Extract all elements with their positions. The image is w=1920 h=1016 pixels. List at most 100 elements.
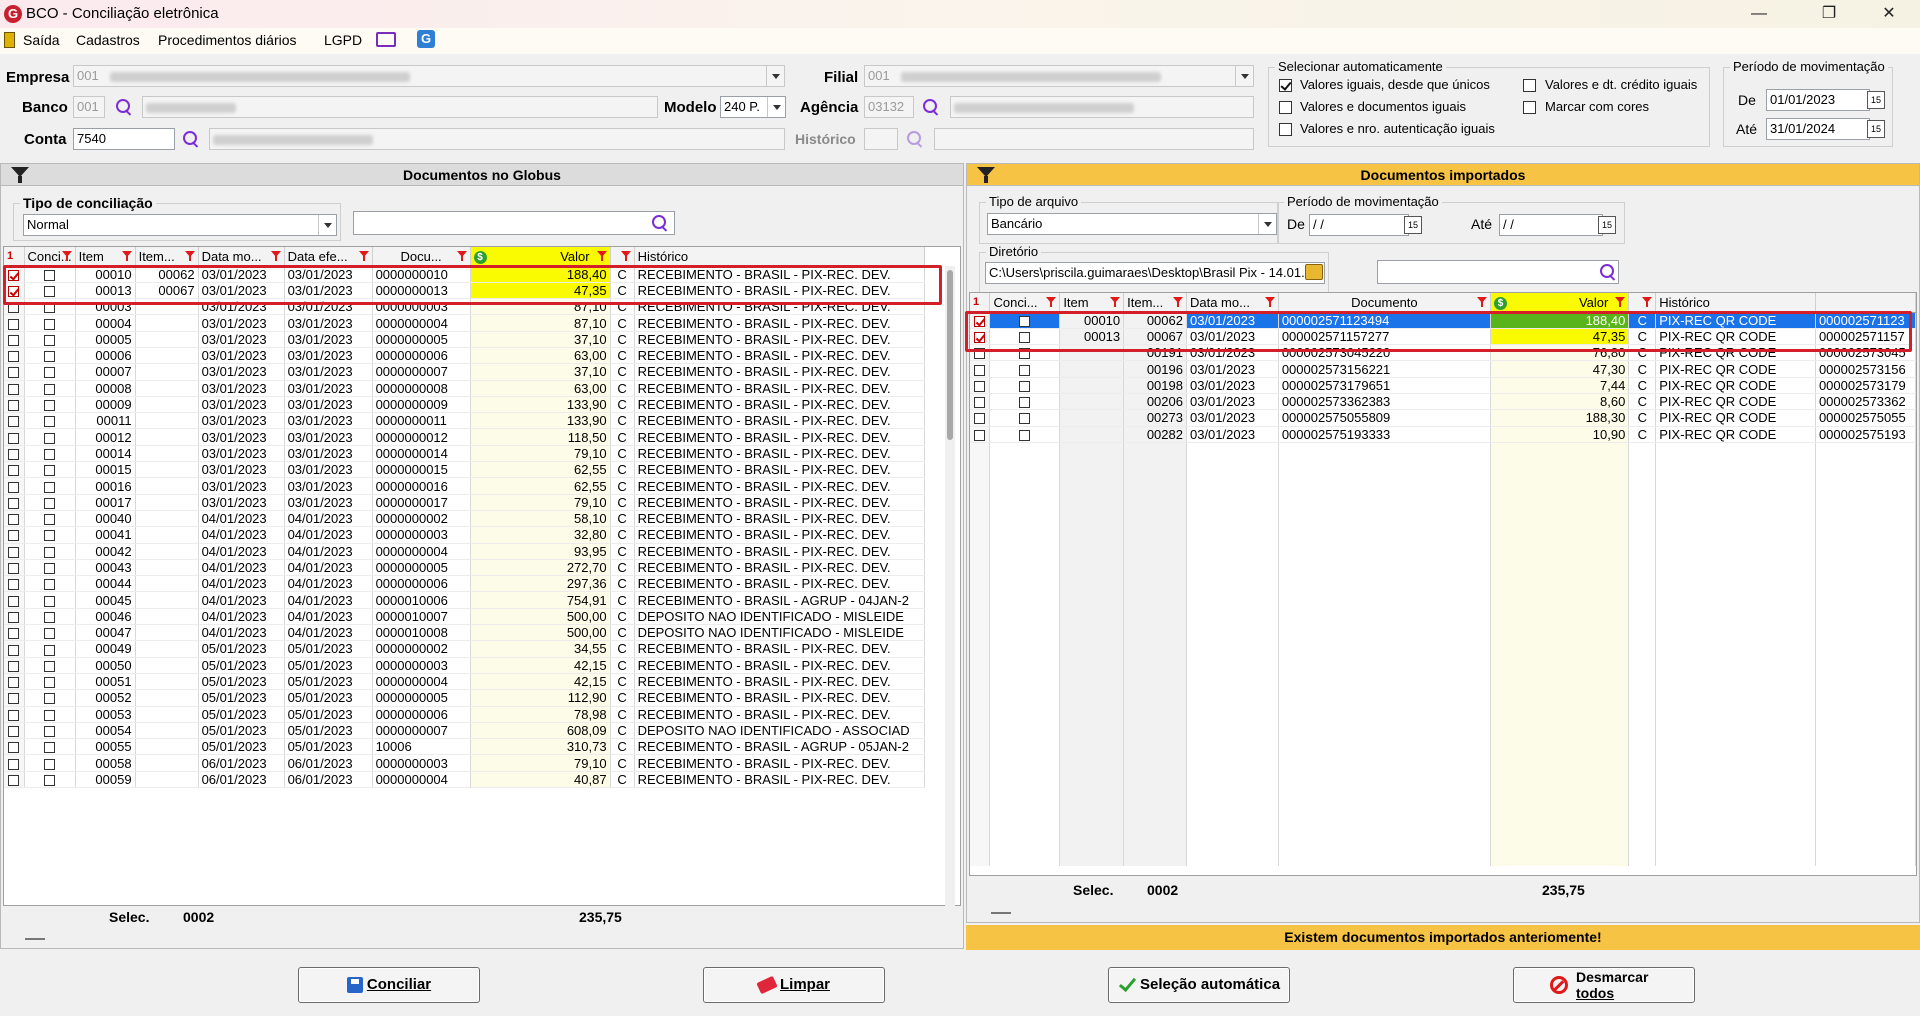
conci-checkbox[interactable]: [44, 530, 56, 542]
menu-saida[interactable]: Saída: [23, 32, 60, 48]
row-select-checkbox[interactable]: [8, 709, 20, 721]
conci-checkbox[interactable]: [1019, 364, 1031, 376]
row-select-checkbox[interactable]: [8, 367, 20, 379]
conci-checkbox[interactable]: [44, 367, 56, 379]
row-select-checkbox[interactable]: [8, 383, 20, 395]
conci-checkbox[interactable]: [44, 660, 56, 672]
conci-checkbox[interactable]: [1019, 332, 1031, 343]
row-select-checkbox[interactable]: [8, 530, 20, 542]
row-select-checkbox[interactable]: [974, 364, 986, 376]
chevron-down-icon[interactable]: [767, 97, 785, 117]
row-select-checkbox[interactable]: [8, 726, 20, 738]
left-search-icon[interactable]: [651, 214, 669, 232]
right-ate-field[interactable]: / /: [1499, 214, 1603, 236]
conci-checkbox[interactable]: [44, 432, 56, 444]
conci-checkbox[interactable]: [44, 726, 56, 738]
chevron-down-icon[interactable]: [766, 66, 784, 86]
row-select-checkbox[interactable]: [8, 448, 20, 460]
right-table-row[interactable]: 00282 03/01/2023 000002575193333 10,90 C PIX-…: [970, 426, 1916, 443]
conci-checkbox[interactable]: [44, 693, 56, 705]
right-de-field[interactable]: / /: [1309, 214, 1409, 236]
conci-checkbox[interactable]: [44, 628, 56, 640]
desmarcar-todos-button[interactable]: Desmarcar todos: [1513, 967, 1695, 1003]
chevron-down-icon[interactable]: [1258, 214, 1276, 234]
left-table-row[interactable]: 00006 03/01/2023 03/01/2023 0000000006 63,00…: [4, 347, 925, 365]
right-resize-grip[interactable]: [991, 912, 1011, 914]
row-select-checkbox[interactable]: [8, 774, 20, 786]
conci-checkbox[interactable]: [44, 595, 56, 607]
calendar-icon[interactable]: 15: [1598, 216, 1616, 234]
row-select-checkbox[interactable]: [8, 497, 20, 509]
right-table-row[interactable]: 00206 03/01/2023 000002573362383 8,60 C PIX-R…: [970, 393, 1916, 411]
left-table-row[interactable]: 00013 00067 03/01/2023 03/01/2023 0000000013…: [4, 282, 925, 300]
row-select-checkbox[interactable]: [8, 302, 20, 314]
left-scroll-thumb[interactable]: [947, 270, 953, 440]
filial-field[interactable]: 001: [864, 65, 1254, 87]
conci-checkbox[interactable]: [1019, 429, 1031, 441]
col-historico-header[interactable]: Histórico: [1655, 293, 1816, 313]
right-table-row[interactable]: 00013 00067 03/01/2023 000002571157277 47,35…: [970, 328, 1916, 346]
row-select-checkbox[interactable]: [8, 742, 20, 754]
conci-checkbox[interactable]: [44, 514, 56, 526]
col-dc-header[interactable]: [1628, 293, 1657, 313]
filter-funnel-icon[interactable]: [1642, 297, 1653, 307]
conci-checkbox[interactable]: [44, 742, 56, 754]
filter-funnel-icon[interactable]: [358, 251, 369, 261]
row-select-checkbox[interactable]: [8, 269, 20, 281]
row-select-checkbox[interactable]: [974, 380, 986, 392]
conci-checkbox[interactable]: [44, 351, 56, 363]
filter-funnel-icon[interactable]: [1615, 297, 1626, 307]
conci-checkbox[interactable]: [1019, 315, 1031, 327]
calendar-icon[interactable]: 15: [1404, 216, 1422, 234]
conci-checkbox[interactable]: [44, 546, 56, 558]
left-table-row[interactable]: 00041 04/01/2023 04/01/2023 0000000003 32,80…: [4, 526, 925, 544]
conciliar-button[interactable]: Conciliar: [298, 967, 480, 1003]
col-valor-header[interactable]: $ Valor: [1490, 293, 1630, 313]
conci-checkbox[interactable]: [44, 383, 56, 395]
conci-checkbox[interactable]: [44, 563, 56, 575]
conci-checkbox[interactable]: [1019, 413, 1031, 425]
conci-checkbox[interactable]: [44, 611, 56, 623]
col-documento-header[interactable]: Documento: [1278, 293, 1492, 313]
menu-cadastros[interactable]: Cadastros: [76, 32, 140, 48]
left-table-row[interactable]: 00012 03/01/2023 03/01/2023 0000000012 118,5…: [4, 428, 925, 446]
row-select-checkbox[interactable]: [8, 628, 20, 640]
filter-funnel-icon[interactable]: [121, 251, 132, 261]
left-search-input[interactable]: [353, 211, 675, 235]
row-select-checkbox[interactable]: [8, 481, 20, 493]
right-search-input[interactable]: [1377, 260, 1619, 284]
col-conci-header[interactable]: Conci...: [989, 293, 1061, 313]
opt-valores-autenticacao-checkbox[interactable]: [1279, 123, 1292, 136]
right-table-row[interactable]: 00273 03/01/2023 000002575055809 188,30 C PIX…: [970, 409, 1916, 427]
col-dc-header[interactable]: [610, 247, 635, 267]
col-item2-header[interactable]: Item...: [1123, 293, 1187, 313]
conci-checkbox[interactable]: [1019, 380, 1031, 392]
conci-checkbox[interactable]: [44, 448, 56, 460]
row-select-checkbox[interactable]: [8, 563, 20, 575]
filter-funnel-icon[interactable]: [270, 251, 281, 261]
row-select-checkbox[interactable]: [974, 348, 986, 360]
row-select-checkbox[interactable]: [8, 660, 20, 672]
agencia-code-field[interactable]: 03132: [864, 96, 914, 118]
row-select-checkbox[interactable]: [974, 332, 986, 343]
left-table-row[interactable]: 00005 03/01/2023 03/01/2023 0000000005 37,10…: [4, 331, 925, 348]
left-table-row[interactable]: 00044 04/01/2023 04/01/2023 0000000006 297,3…: [4, 575, 925, 593]
folder-open-icon[interactable]: [1305, 264, 1323, 280]
selecao-automatica-button[interactable]: Seleção automática: [1108, 967, 1290, 1003]
chevron-down-icon[interactable]: [1235, 66, 1253, 86]
left-table-row[interactable]: 00008 03/01/2023 03/01/2023 0000000008 63,00…: [4, 380, 925, 397]
filter-funnel-icon[interactable]: [456, 251, 467, 261]
left-table-row[interactable]: 00040 04/01/2023 04/01/2023 0000000002 58,10…: [4, 510, 925, 528]
left-table-row[interactable]: 00015 03/01/2023 03/01/2023 0000000015 62,55…: [4, 461, 925, 479]
conci-checkbox[interactable]: [44, 302, 56, 314]
left-table-row[interactable]: 00051 05/01/2023 05/01/2023 0000000004 42,15…: [4, 673, 925, 691]
left-table-row[interactable]: 00010 00062 03/01/2023 03/01/2023 0000000010…: [4, 266, 925, 283]
empresa-field[interactable]: 001: [73, 65, 785, 87]
row-select-checkbox[interactable]: [8, 416, 20, 428]
col-conci-header[interactable]: Conci...: [24, 247, 76, 267]
left-table-row[interactable]: 00050 05/01/2023 05/01/2023 0000000003 42,15…: [4, 657, 925, 674]
col-item2-header[interactable]: Item...: [135, 247, 199, 267]
opt-valores-documentos-checkbox[interactable]: [1279, 101, 1292, 114]
left-table-row[interactable]: 00054 05/01/2023 05/01/2023 0000000007 608,0…: [4, 722, 925, 740]
row-select-checkbox[interactable]: [8, 514, 20, 526]
